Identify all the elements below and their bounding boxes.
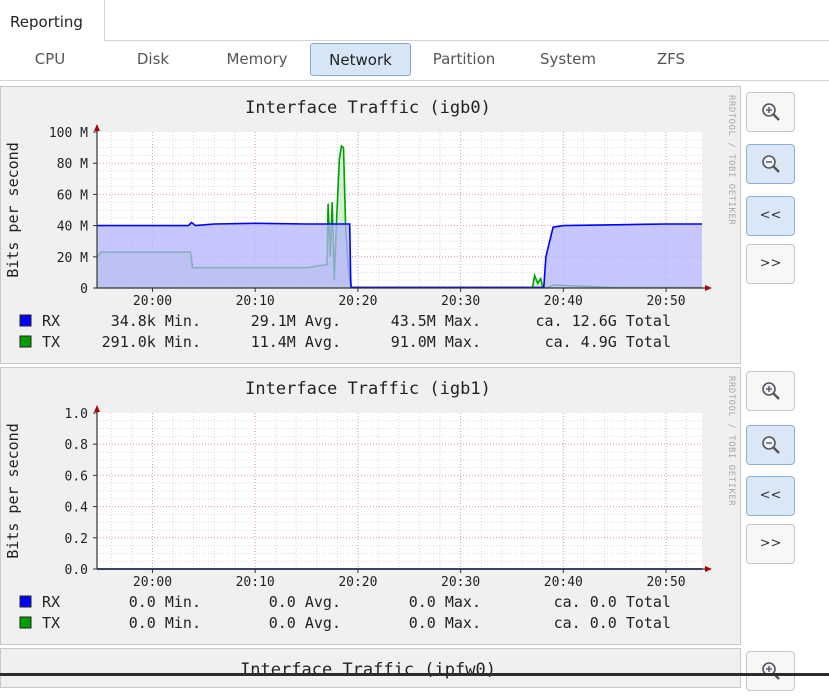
- chart-title: Interface Traffic (igb0): [245, 98, 491, 118]
- x-tick-label: 20:10: [236, 294, 275, 309]
- reporting-subtabs: CPU Disk Memory Network Partition System…: [0, 41, 829, 81]
- page-tabbar: Reporting: [0, 0, 829, 41]
- tab-zfs[interactable]: ZFS: [636, 43, 706, 76]
- legend-total: ca. 0.0 Total: [554, 593, 671, 611]
- legend-avg: 0.0 Avg.: [269, 593, 341, 611]
- legend-total: ca. 12.6G Total: [536, 312, 671, 330]
- zoom-out-icon: [761, 436, 780, 454]
- tab-system[interactable]: System: [528, 43, 608, 76]
- y-tick-label: 0.8: [65, 438, 88, 453]
- y-tick-label: 0.2: [65, 532, 88, 547]
- zoom-out-icon: [761, 155, 780, 173]
- legend-min: 291.0k Min.: [102, 333, 201, 351]
- legend-max: 0.0 Max.: [409, 593, 481, 611]
- ipfw0-chart-svg: Interface Traffic (ipfw0): [240, 660, 496, 680]
- legend-avg: 11.4M Avg.: [251, 333, 341, 351]
- zoom-in-button[interactable]: [746, 92, 795, 132]
- zoom-out-button[interactable]: [746, 144, 795, 184]
- tab-network[interactable]: Network: [310, 43, 411, 76]
- zoom-in-button-3[interactable]: [746, 651, 795, 691]
- legend-min: 0.0 Min.: [129, 614, 201, 632]
- legend-swatch-rx: [19, 314, 32, 327]
- legend-name: RX: [42, 593, 60, 611]
- tab-disk[interactable]: Disk: [118, 43, 188, 76]
- legend-max: 43.5M Max.: [391, 312, 481, 330]
- x-tick-label: 20:30: [441, 294, 480, 309]
- x-tick-label: 20:40: [544, 294, 583, 309]
- chart-title: Interface Traffic (ipfw0): [240, 660, 496, 680]
- forward-button-2[interactable]: >>: [746, 524, 795, 564]
- legend-max: 0.0 Max.: [409, 614, 481, 632]
- graph-igb1: Interface Traffic (igb1) 1.0 0.8 0.6 0.4 0.2 0…: [0, 367, 741, 645]
- x-tick-label: 20:40: [544, 575, 583, 590]
- tab-partition[interactable]: Partition: [418, 43, 510, 76]
- legend-swatch-tx: [19, 335, 32, 348]
- x-tick-label: 20:50: [646, 575, 685, 590]
- legend-total: ca. 0.0 Total: [554, 614, 671, 632]
- y-tick-label: 40 M: [57, 220, 88, 235]
- x-tick-label: 20:00: [133, 294, 172, 309]
- legend-avg: 0.0 Avg.: [269, 614, 341, 632]
- y-tick-label: 1.0: [65, 407, 88, 422]
- x-tick-label: 20:20: [338, 294, 377, 309]
- y-tick-label: 0: [80, 282, 88, 297]
- x-tick-label: 20:30: [441, 575, 480, 590]
- legend-min: 34.8k Min.: [111, 312, 201, 330]
- y-tick-label: 0.6: [65, 469, 88, 484]
- y-axis-label: Bits per second: [4, 142, 22, 277]
- rrdtool-watermark: RRDTOOL / TOBI OETIKER: [726, 376, 736, 506]
- back-button-2[interactable]: <<: [746, 476, 795, 516]
- y-tick-label: 80 M: [57, 157, 88, 172]
- forward-button[interactable]: >>: [746, 244, 795, 284]
- back-button[interactable]: <<: [746, 196, 795, 236]
- y-tick-label: 0.4: [65, 501, 89, 516]
- legend-swatch-tx: [19, 616, 32, 629]
- x-axis-arrow: [705, 285, 712, 291]
- y-tick-label: 20 M: [57, 251, 88, 266]
- zoom-in-icon: [761, 662, 780, 680]
- x-tick-label: 20:50: [646, 294, 685, 309]
- igb1-chart-svg: Interface Traffic (igb1) 1.0 0.8 0.6 0.4 0.2 0…: [4, 376, 736, 632]
- legend-min: 0.0 Min.: [129, 593, 201, 611]
- zoom-in-icon: [761, 382, 780, 400]
- y-axis-label: Bits per second: [4, 423, 22, 558]
- tab-memory[interactable]: Memory: [214, 43, 300, 76]
- rrdtool-watermark: RRDTOOL / TOBI OETIKER: [726, 95, 736, 225]
- chart-title: Interface Traffic (igb1): [245, 379, 491, 399]
- igb0-chart-svg: Interface Traffic (igb0) 100 M 80 M 60 M 40 …: [4, 95, 736, 351]
- x-tick-label: 20:20: [338, 575, 377, 590]
- graph-ipfw0: Interface Traffic (ipfw0): [0, 648, 741, 688]
- y-tick-label: 100 M: [49, 126, 88, 141]
- zoom-in-button-2[interactable]: [746, 371, 795, 411]
- y-axis-arrow: [94, 124, 100, 131]
- zoom-out-button-2[interactable]: [746, 425, 795, 465]
- zoom-in-icon: [761, 103, 780, 121]
- x-tick-label: 20:00: [133, 575, 172, 590]
- legend-name: RX: [42, 312, 60, 330]
- legend-total: ca. 4.9G Total: [545, 333, 671, 351]
- legend-max: 91.0M Max.: [391, 333, 481, 351]
- x-tick-label: 20:10: [236, 575, 275, 590]
- legend-name: TX: [42, 614, 60, 632]
- legend-avg: 29.1M Avg.: [251, 312, 341, 330]
- tab-cpu[interactable]: CPU: [16, 43, 84, 76]
- graph-igb0: Interface Traffic (igb0) 100 M 80 M 60 M 40 …: [0, 86, 741, 364]
- y-tick-label: 60 M: [57, 188, 88, 203]
- legend-swatch-rx: [19, 595, 32, 608]
- y-axis-arrow: [94, 405, 100, 412]
- x-axis-arrow: [705, 566, 712, 572]
- tab-reporting[interactable]: Reporting: [0, 0, 105, 41]
- legend-name: TX: [42, 333, 60, 351]
- y-tick-label: 0.0: [65, 563, 88, 578]
